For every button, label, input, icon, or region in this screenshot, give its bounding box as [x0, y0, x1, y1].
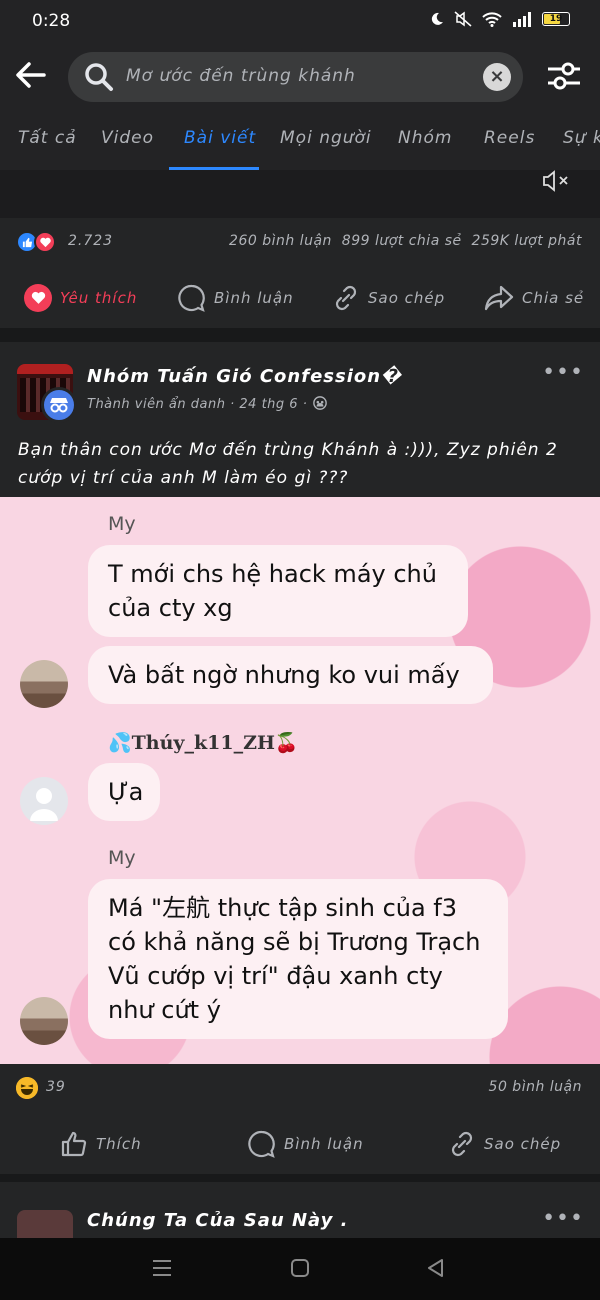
- comment-icon: [178, 284, 205, 312]
- back-arrow-icon: [16, 62, 46, 88]
- copy-label: Sao chép: [368, 289, 446, 307]
- more-options-button[interactable]: •••: [542, 360, 584, 385]
- reaction-count[interactable]: 39: [46, 1079, 66, 1095]
- chat-avatar: [20, 997, 68, 1045]
- signal-icon: [513, 11, 531, 27]
- search-input[interactable]: Mơ ước đến trùng khánh ×: [68, 52, 523, 102]
- search-icon: [85, 63, 113, 91]
- meta-separator-2: ·: [302, 397, 308, 412]
- post-date[interactable]: 24 thg 6: [239, 397, 298, 412]
- post-card: Nhóm Tuấn Gió Confession� Thành viên ẩn …: [0, 342, 600, 497]
- moon-icon: [431, 12, 443, 25]
- prev-post-actions: Yêu thích Bình luận Sao chép Chia sẻ: [0, 266, 600, 328]
- tab-people[interactable]: Mọi người: [280, 128, 372, 148]
- comment-label: Bình luận: [284, 1135, 364, 1153]
- comment-label: Bình luận: [214, 289, 294, 307]
- comment-button[interactable]: Bình luận: [248, 1130, 364, 1158]
- home-icon[interactable]: [290, 1258, 310, 1278]
- video-bottom: [0, 170, 600, 218]
- post-actions: Thích Bình luận Sao chép: [0, 1112, 600, 1174]
- clear-search-button[interactable]: ×: [483, 63, 511, 91]
- copy-button[interactable]: Sao chép: [332, 284, 445, 312]
- clock: 0:28: [32, 11, 71, 31]
- reaction-icons[interactable]: [16, 1077, 38, 1099]
- post-meta: Thành viên ẩn danh · 24 thg 6 ·: [87, 396, 328, 412]
- chat-bubble: T mới chs hệ hack máy chủ của cty xg: [88, 545, 468, 637]
- comment-button[interactable]: Bình luận: [178, 284, 294, 312]
- copy-label: Sao chép: [484, 1135, 562, 1153]
- chat-bubble: Ựa: [88, 763, 160, 821]
- like-button[interactable]: Thích: [60, 1130, 142, 1158]
- filter-icon[interactable]: [546, 60, 582, 92]
- author-name[interactable]: Thành viên ẩn danh: [87, 397, 225, 412]
- reaction-count[interactable]: 2.723: [68, 233, 113, 249]
- back-nav-icon[interactable]: [426, 1258, 446, 1278]
- search-tabs: Tất cả Video Bài viết Mọi người Nhóm Ree…: [0, 110, 600, 170]
- haha-reaction-icon: [16, 1077, 38, 1099]
- next-post-title[interactable]: Chúng Ta Của Sau Này .: [87, 1210, 348, 1231]
- love-reaction-icon: [34, 231, 56, 253]
- chat-sender-name: 💦Thúy_k11_ZH🍒: [108, 732, 299, 754]
- love-button[interactable]: Yêu thích: [24, 284, 137, 312]
- post-stats: 260 bình luận 899 lượt chia sẻ 259K lượt…: [229, 233, 582, 249]
- chat-bubble: Má "左航 thực tập sinh của f3 có khả năng …: [88, 879, 508, 1039]
- system-nav-bar: [0, 1238, 600, 1300]
- search-query: Mơ ước đến trùng khánh: [126, 66, 356, 86]
- next-post-card: Chúng Ta Của Sau Này . •••: [0, 1182, 600, 1240]
- battery-icon: 19: [542, 12, 570, 26]
- wifi-icon: [482, 12, 502, 27]
- tab-all[interactable]: Tất cả: [18, 128, 77, 148]
- tab-groups[interactable]: Nhóm: [398, 128, 452, 148]
- comment-count[interactable]: 260 bình luận: [229, 233, 332, 249]
- share-button[interactable]: Chia sẻ: [484, 284, 584, 312]
- default-avatar-icon: [20, 777, 68, 825]
- post-text: Bạn thân con ước Mơ đến trùng Khánh à :)…: [18, 440, 558, 488]
- share-icon: [484, 285, 514, 311]
- meta-separator: ·: [230, 397, 235, 412]
- prev-post-reactions: 2.723 260 bình luận 899 lượt chia sẻ 259…: [0, 218, 600, 266]
- tab-video[interactable]: Video: [101, 128, 154, 148]
- copy-button[interactable]: Sao chép: [448, 1130, 561, 1158]
- heart-icon: [24, 284, 52, 312]
- recents-icon[interactable]: [152, 1258, 172, 1278]
- next-post-avatar[interactable]: [17, 1210, 73, 1240]
- link-icon: [335, 285, 357, 311]
- link-icon: [451, 1131, 473, 1157]
- status-bar: 0:28 19: [0, 0, 600, 44]
- post-image[interactable]: My T mới chs hệ hack máy chủ của cty xg …: [0, 497, 600, 1064]
- play-count: 259K lượt phát: [471, 233, 582, 249]
- sound-off-icon[interactable]: [542, 170, 572, 192]
- back-button[interactable]: [14, 58, 54, 98]
- group-name[interactable]: Nhóm Tuấn Gió Confession�: [87, 366, 402, 387]
- reaction-icons[interactable]: [16, 231, 56, 253]
- post-reactions: 39 50 bình luận: [0, 1064, 600, 1112]
- status-icons: 19: [430, 11, 570, 27]
- love-label: Yêu thích: [60, 289, 138, 307]
- tab-events[interactable]: Sự k: [563, 128, 600, 148]
- more-options-button[interactable]: •••: [542, 1206, 584, 1231]
- anonymous-member-icon: [41, 387, 77, 423]
- post-separator: [0, 1174, 600, 1182]
- tab-reels[interactable]: Reels: [484, 128, 535, 148]
- share-count[interactable]: 899 lượt chia sẻ: [342, 233, 462, 249]
- tab-posts[interactable]: Bài viết: [184, 128, 256, 148]
- comment-icon: [248, 1130, 275, 1158]
- chat-avatar: [20, 660, 68, 708]
- privacy-group-icon: [313, 396, 327, 410]
- post-separator: [0, 328, 600, 342]
- chat-sender-name: My: [108, 513, 136, 535]
- chat-sender-name: My: [108, 847, 136, 869]
- thumbs-up-icon: [61, 1131, 87, 1157]
- like-label: Thích: [96, 1135, 142, 1153]
- comment-count[interactable]: 50 bình luận: [489, 1079, 582, 1095]
- chat-bubble: Và bất ngờ nhưng ko vui mấy: [88, 646, 493, 704]
- share-label: Chia sẻ: [522, 289, 585, 307]
- mute-icon: [454, 11, 472, 27]
- search-header: Mơ ước đến trùng khánh ×: [0, 44, 600, 110]
